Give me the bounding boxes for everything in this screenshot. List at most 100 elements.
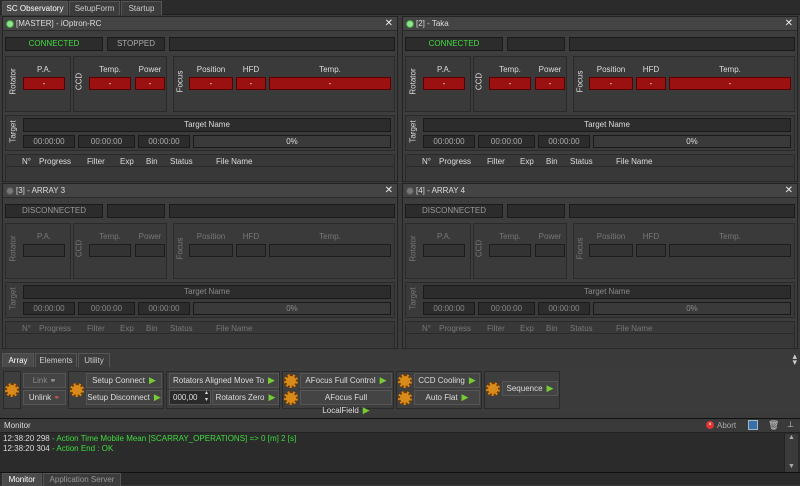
focus-position-value (589, 244, 633, 257)
col-progress[interactable]: Progress (39, 324, 71, 333)
status-message (569, 204, 795, 218)
rotator-label: Rotator (408, 235, 418, 262)
ccd-power-value: - (535, 77, 565, 90)
col-number[interactable]: N° (422, 324, 431, 333)
link-button[interactable]: Link ⚭ (23, 373, 66, 388)
focus-temp-label: Temp. (319, 65, 341, 74)
link-label: Link (32, 376, 48, 385)
close-icon[interactable]: ✕ (385, 17, 393, 31)
setup-disconnect-button[interactable]: Setup Disconnect ▶ (86, 390, 162, 405)
col-exp[interactable]: Exp (120, 324, 134, 333)
hfd-label: HFD (242, 65, 260, 74)
export-icon[interactable] (748, 420, 758, 430)
gear-icon[interactable] (70, 383, 84, 397)
col-status[interactable]: Status (170, 324, 193, 333)
gear-icon[interactable] (284, 374, 298, 388)
col-status[interactable]: Status (570, 324, 593, 333)
col-bin[interactable]: Bin (146, 324, 158, 333)
trash-icon[interactable]: 🗑 (768, 420, 779, 431)
log-line: 12:38:20 298 - Action Time Mobile Mean [… (3, 434, 781, 444)
sequence-button[interactable]: Sequence ▶ (502, 381, 558, 396)
setup-connect-label: Setup Connect (92, 376, 145, 385)
col-number[interactable]: N° (422, 157, 431, 166)
close-icon[interactable]: ✕ (785, 184, 793, 198)
ccd-power-value (135, 244, 165, 257)
gear-icon[interactable] (398, 374, 412, 388)
unlink-button[interactable]: Unlink ⚭ (23, 390, 66, 405)
col-status[interactable]: Status (170, 157, 193, 166)
tab-array[interactable]: Array (2, 353, 34, 367)
tab-application-server[interactable]: Application Server (43, 473, 121, 486)
abort-icon[interactable]: × (706, 421, 714, 429)
setup-connect-button[interactable]: Setup Connect ▶ (86, 373, 162, 388)
col-file-name[interactable]: File Name (616, 324, 652, 333)
rotators-aligned-move-button[interactable]: Rotators Aligned Move To ▶ (169, 373, 279, 388)
col-status[interactable]: Status (570, 157, 593, 166)
play-icon: ▶ (153, 392, 161, 402)
col-file-name[interactable]: File Name (216, 157, 252, 166)
collapse-icon[interactable]: ▴ ▾ (792, 352, 797, 367)
col-file-name[interactable]: File Name (616, 157, 652, 166)
col-progress[interactable]: Progress (439, 157, 471, 166)
tab-elements[interactable]: Elements (35, 353, 77, 367)
play-icon: ▶ (268, 375, 275, 385)
table-header-row: N° Progress Filter Exp Bin Status File N… (406, 322, 794, 334)
col-filter[interactable]: Filter (487, 157, 505, 166)
main-tab-bar: SC Observatory SetupForm Startup (0, 0, 800, 15)
tab-utility[interactable]: Utility (78, 353, 110, 367)
close-icon[interactable]: ✕ (385, 184, 393, 198)
afocus-full-localfield-button[interactable]: AFocus Full LocalField ▶ (300, 390, 392, 415)
col-filter[interactable]: Filter (487, 324, 505, 333)
ccd-cooling-button[interactable]: CCD Cooling ▶ (414, 373, 480, 388)
col-number[interactable]: N° (22, 157, 31, 166)
frames-table: N° Progress Filter Exp Bin Status File N… (5, 154, 395, 182)
col-filter[interactable]: Filter (87, 324, 105, 333)
col-bin[interactable]: Bin (546, 324, 558, 333)
scroll-up-icon[interactable]: ▲ (788, 434, 795, 441)
gear-icon[interactable] (398, 391, 412, 405)
tab-monitor[interactable]: Monitor (2, 473, 42, 486)
col-progress[interactable]: Progress (39, 157, 71, 166)
target-name-field: Target Name (423, 118, 791, 132)
run-state (507, 37, 565, 51)
focus-position-value: - (189, 77, 233, 90)
col-exp[interactable]: Exp (520, 324, 534, 333)
col-filter[interactable]: Filter (87, 157, 105, 166)
log-message: - Action End : OK (49, 444, 114, 453)
gear-icon[interactable] (284, 391, 298, 405)
rotators-zero-label: Rotators Zero (215, 393, 265, 402)
spinner-icon[interactable]: ▴ ▾ (205, 390, 208, 404)
status-led-icon (6, 187, 14, 195)
col-progress[interactable]: Progress (439, 324, 471, 333)
focus-position-value (189, 244, 233, 257)
scroll-down-icon[interactable]: ▼ (788, 463, 795, 470)
tab-startup[interactable]: Startup (121, 1, 162, 15)
col-exp[interactable]: Exp (120, 157, 134, 166)
afocus-control-label: AFocus Full Control (305, 376, 376, 385)
close-icon[interactable]: ✕ (785, 17, 793, 31)
rotators-zero-button[interactable]: Rotators Zero ▶ (212, 390, 279, 405)
col-file-name[interactable]: File Name (216, 324, 252, 333)
abort-button[interactable]: Abort (717, 421, 736, 430)
frames-table: N° Progress Filter Exp Bin Status File N… (405, 321, 795, 349)
gear-icon[interactable] (486, 382, 500, 396)
play-icon: ▶ (468, 375, 476, 385)
tab-setupform[interactable]: SetupForm (69, 1, 120, 15)
gear-icon[interactable] (5, 383, 19, 397)
col-number[interactable]: N° (22, 324, 31, 333)
pin-icon[interactable]: ⊥ (787, 420, 794, 429)
col-bin[interactable]: Bin (546, 157, 558, 166)
rotator-angle-input[interactable]: 000,00 ▴ ▾ (169, 390, 211, 405)
afocus-full-control-button[interactable]: AFocus Full Control ▶ (300, 373, 392, 388)
focus-temp-value: - (269, 77, 391, 90)
col-bin[interactable]: Bin (146, 157, 158, 166)
pa-value: - (423, 77, 465, 90)
progress-bar: 0% (193, 135, 391, 148)
elapsed-time: 00:00:00 (23, 302, 75, 315)
auto-flat-button[interactable]: Auto Flat ▶ (414, 390, 480, 405)
tab-sc-observatory[interactable]: SC Observatory (2, 1, 68, 15)
monitor-scrollbar[interactable]: ▲ ▼ (784, 434, 798, 472)
remaining-time: 00:00:00 (478, 135, 535, 148)
col-exp[interactable]: Exp (520, 157, 534, 166)
focus-label: Focus (175, 70, 185, 93)
